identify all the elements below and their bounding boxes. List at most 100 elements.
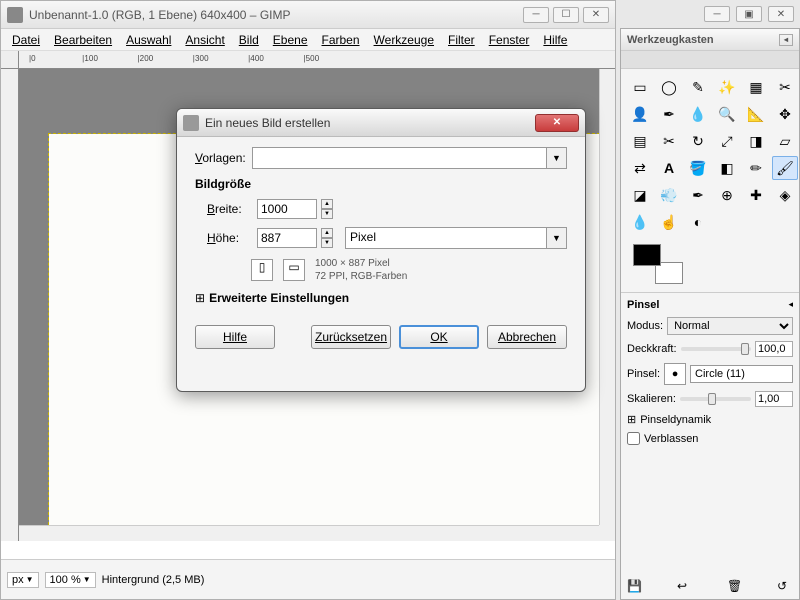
fuzzy-select-tool[interactable]: ✨ bbox=[714, 75, 740, 99]
tool-options-menu-icon[interactable]: ◂ bbox=[788, 299, 793, 311]
rotate-tool[interactable]: ↻ bbox=[685, 129, 711, 153]
text-tool[interactable]: A bbox=[656, 156, 682, 180]
shear-tool[interactable]: ◨ bbox=[743, 129, 769, 153]
abbrechen-button[interactable]: Abbrechen bbox=[487, 325, 567, 349]
airbrush-tool[interactable]: 💨 bbox=[656, 183, 682, 207]
zoom-tool[interactable]: 🔍 bbox=[714, 102, 740, 126]
menu-ansicht[interactable]: Ansicht bbox=[178, 31, 231, 49]
paintbrush-tool[interactable]: 🖌 bbox=[772, 156, 798, 180]
new-image-dialog: Ein neues Bild erstellen ✕ Vorlagen: ▼ B… bbox=[176, 108, 586, 392]
deckkraft-slider[interactable] bbox=[681, 347, 751, 351]
hoehe-input[interactable] bbox=[257, 228, 317, 248]
dialog-title: Ein neues Bild erstellen bbox=[205, 116, 535, 130]
scissors-tool[interactable]: ✂ bbox=[772, 75, 798, 99]
flip-tool[interactable]: ⇄ bbox=[627, 156, 653, 180]
toolbox-header[interactable]: Werkzeugkasten ◂ bbox=[621, 29, 799, 51]
crop-tool[interactable]: ✂ bbox=[656, 129, 682, 153]
toolbox-title: Werkzeugkasten bbox=[627, 34, 714, 46]
zoom-selector[interactable]: 100 %▼ bbox=[45, 572, 96, 588]
vorlagen-label: Vorlagen: bbox=[195, 151, 246, 165]
clone-tool[interactable]: ⊕ bbox=[714, 183, 740, 207]
breite-input[interactable] bbox=[257, 199, 317, 219]
horizontal-scrollbar[interactable] bbox=[19, 525, 599, 541]
blur-tool[interactable]: 💧 bbox=[627, 210, 653, 234]
pencil-tool[interactable]: ✏ bbox=[743, 156, 769, 180]
menu-farben[interactable]: Farben bbox=[315, 31, 367, 49]
fg-bg-color[interactable] bbox=[633, 244, 683, 284]
heal-tool[interactable]: ✚ bbox=[743, 183, 769, 207]
menu-filter[interactable]: Filter bbox=[441, 31, 482, 49]
reset-options-icon[interactable]: ↺ bbox=[777, 579, 793, 595]
hilfe-button[interactable]: Hilfe bbox=[195, 325, 275, 349]
vorlagen-dropdown[interactable]: ▼ bbox=[252, 147, 567, 169]
perspective-tool[interactable]: ▱ bbox=[772, 129, 798, 153]
dialog-titlebar[interactable]: Ein neues Bild erstellen ✕ bbox=[177, 109, 585, 137]
free-select-tool[interactable]: ✎ bbox=[685, 75, 711, 99]
measure-tool[interactable]: 📐 bbox=[743, 102, 769, 126]
save-options-icon[interactable]: 💾 bbox=[627, 579, 643, 595]
delete-options-icon[interactable]: 🗑 bbox=[727, 579, 743, 595]
vertical-scrollbar[interactable] bbox=[599, 69, 615, 525]
menu-fenster[interactable]: Fenster bbox=[482, 31, 537, 49]
pinseldynamik-expand[interactable]: ⊞Pinseldynamik bbox=[627, 413, 793, 426]
status-text: Hintergrund (2,5 MB) bbox=[102, 574, 205, 586]
restore-options-icon[interactable]: ↩ bbox=[677, 579, 693, 595]
dodge-tool[interactable]: ◐ bbox=[685, 210, 711, 234]
align-tool[interactable]: ▤ bbox=[627, 129, 653, 153]
deckkraft-value[interactable] bbox=[755, 341, 793, 357]
foreground-select-tool[interactable]: 👤 bbox=[627, 102, 653, 126]
verblassen-checkbox[interactable]: Verblassen bbox=[627, 432, 793, 445]
menu-bild[interactable]: Bild bbox=[232, 31, 266, 49]
dialog-gimp-icon bbox=[183, 115, 199, 131]
unit-selector[interactable]: px▼ bbox=[7, 572, 39, 588]
outer-maximize-button[interactable]: ▣ bbox=[736, 6, 762, 22]
paths-tool[interactable]: ✒ bbox=[656, 102, 682, 126]
scale-tool[interactable]: ⤢ bbox=[714, 129, 740, 153]
erweiterte-einstellungen-expand[interactable]: Erweiterte Einstellungen bbox=[195, 291, 567, 305]
ink-tool[interactable]: ✒ bbox=[685, 183, 711, 207]
skalieren-slider[interactable] bbox=[680, 397, 751, 401]
landscape-icon[interactable]: ▭ bbox=[283, 259, 305, 281]
bucket-fill-tool[interactable]: 🪣 bbox=[685, 156, 711, 180]
maximize-button[interactable]: ☐ bbox=[553, 7, 579, 23]
color-select-tool[interactable]: ▦ bbox=[743, 75, 769, 99]
hoehe-spinner[interactable]: ▲▼ bbox=[321, 228, 333, 248]
dialog-close-button[interactable]: ✕ bbox=[535, 114, 579, 132]
size-info: 1000 × 887 Pixel 72 PPI, RGB-Farben bbox=[315, 257, 407, 283]
hoehe-label: Höhe: bbox=[207, 231, 251, 245]
ellipse-select-tool[interactable]: ◯ bbox=[656, 75, 682, 99]
horizontal-ruler[interactable] bbox=[19, 51, 615, 69]
menu-auswahl[interactable]: Auswahl bbox=[119, 31, 178, 49]
menu-hilfe[interactable]: Hilfe bbox=[536, 31, 574, 49]
tool-grid: ▭ ◯ ✎ ✨ ▦ ✂ 👤 ✒ 💧 🔍 📐 ✥ ▤ ✂ ↻ ⤢ ◨ ▱ ⇄ A … bbox=[621, 69, 799, 240]
color-picker-tool[interactable]: 💧 bbox=[685, 102, 711, 126]
menu-bearbeiten[interactable]: Bearbeiten bbox=[47, 31, 119, 49]
modus-label: Modus: bbox=[627, 320, 663, 332]
outer-close-button[interactable]: ✕ bbox=[768, 6, 794, 22]
vertical-ruler[interactable] bbox=[1, 69, 19, 541]
outer-minimize-button[interactable]: ─ bbox=[704, 6, 730, 22]
minimize-button[interactable]: ─ bbox=[523, 7, 549, 23]
perspective-clone-tool[interactable]: ◈ bbox=[772, 183, 798, 207]
menu-ebene[interactable]: Ebene bbox=[266, 31, 315, 49]
portrait-icon[interactable]: ▯ bbox=[251, 259, 273, 281]
breite-spinner[interactable]: ▲▼ bbox=[321, 199, 333, 219]
pinsel-label: Pinsel: bbox=[627, 368, 660, 380]
ok-button[interactable]: OK bbox=[399, 325, 479, 349]
skalieren-value[interactable] bbox=[755, 391, 793, 407]
brush-preview[interactable]: ● bbox=[664, 363, 686, 385]
modus-select[interactable]: Normal bbox=[667, 317, 793, 335]
menu-datei[interactable]: Datei bbox=[5, 31, 47, 49]
zuruecksetzen-button[interactable]: Zurücksetzen bbox=[311, 325, 391, 349]
brush-name[interactable]: Circle (11) bbox=[690, 365, 793, 383]
menu-werkzeuge[interactable]: Werkzeuge bbox=[367, 31, 441, 49]
eraser-tool[interactable]: ◪ bbox=[627, 183, 653, 207]
smudge-tool[interactable]: ☝ bbox=[656, 210, 682, 234]
foreground-color-swatch[interactable] bbox=[633, 244, 661, 266]
rect-select-tool[interactable]: ▭ bbox=[627, 75, 653, 99]
toolbox-menu-icon[interactable]: ◂ bbox=[779, 34, 793, 46]
move-tool[interactable]: ✥ bbox=[772, 102, 798, 126]
blend-tool[interactable]: ◧ bbox=[714, 156, 740, 180]
close-button[interactable]: ✕ bbox=[583, 7, 609, 23]
unit-dropdown[interactable]: Pixel ▼ bbox=[345, 227, 567, 249]
